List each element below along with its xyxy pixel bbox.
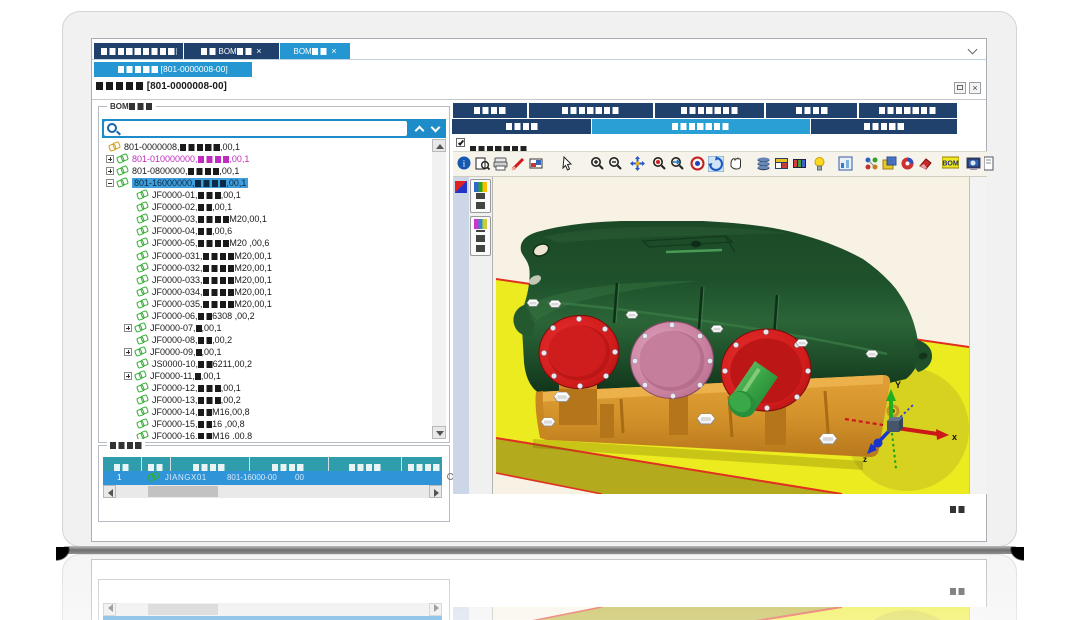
svg-text:Y: Y [895, 380, 901, 390]
svg-text:BOM: BOM [942, 161, 959, 168]
svg-text:z: z [863, 455, 867, 464]
svg-text:x: x [952, 432, 957, 442]
